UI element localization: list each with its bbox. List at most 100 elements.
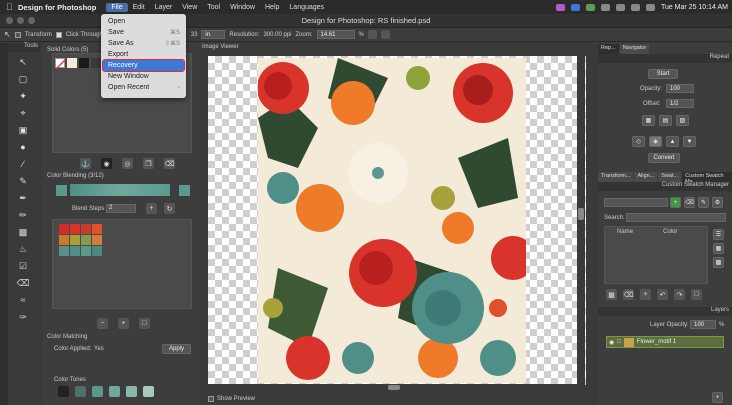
bucket-tool-icon[interactable]: ♨ (17, 243, 29, 255)
large-grid-icon[interactable]: ▩ (713, 257, 724, 268)
blend-result-swatch[interactable] (70, 246, 80, 256)
minus-icon[interactable]: − (97, 318, 108, 329)
undo-icon[interactable]: ↶ (657, 289, 668, 300)
print-icon[interactable] (380, 30, 390, 39)
tab-align[interactable]: Align... (634, 172, 658, 182)
status-app-icon[interactable] (570, 3, 580, 11)
unit-select[interactable]: in (201, 30, 226, 39)
line-tool-icon[interactable]: ∕ (17, 158, 29, 170)
search-input[interactable] (626, 213, 726, 222)
diamond-icon[interactable]: ◇ (632, 136, 645, 147)
menu-view[interactable]: View (177, 3, 202, 12)
magic-wand-icon[interactable]: ✦ (17, 90, 29, 102)
tab-repeat[interactable]: Rep... (598, 44, 619, 54)
zoom-field[interactable]: 14.61 (316, 30, 355, 39)
trash-icon[interactable]: ⌫ (684, 197, 695, 208)
battery-icon[interactable] (600, 3, 610, 11)
convert-button[interactable]: Convert (648, 153, 680, 163)
eraser-tool-icon[interactable]: ⌫ (17, 277, 30, 289)
scroll-thumb[interactable] (388, 385, 400, 390)
grid-view-icon[interactable]: ▦ (713, 243, 724, 254)
save-icon[interactable]: ▩ (606, 289, 617, 300)
transform-checkbox[interactable] (14, 31, 21, 38)
color-swatch[interactable] (67, 58, 77, 68)
layer-opacity-field[interactable]: 100 (690, 320, 716, 329)
grid-icon[interactable]: ▦ (642, 115, 655, 126)
square-icon[interactable]: □ (139, 318, 150, 329)
viewer-horizontal-scrollbar[interactable] (208, 384, 578, 391)
blend-start-swatch[interactable] (56, 185, 67, 196)
viewer-vertical-scrollbar[interactable] (577, 56, 585, 385)
brick-icon[interactable]: ▤ (659, 115, 672, 126)
blend-result-swatch[interactable] (59, 246, 69, 256)
menu-item-recovery[interactable]: Recovery (102, 59, 185, 72)
start-button[interactable]: Start (648, 69, 678, 79)
status-app-icon[interactable] (585, 3, 595, 11)
click-through-checkbox[interactable] (55, 31, 62, 38)
menu-item-open[interactable]: Open (101, 16, 186, 27)
square-icon[interactable]: □ (691, 289, 702, 300)
blend-result-swatch[interactable] (81, 224, 91, 234)
menu-languages[interactable]: Languages (284, 3, 329, 12)
anchor-icon[interactable]: ⚓ (80, 158, 91, 169)
control-center-icon[interactable] (645, 3, 655, 11)
search-icon[interactable] (630, 3, 640, 11)
menu-file[interactable]: File (106, 2, 128, 12)
add-swatch-button[interactable]: + (670, 197, 681, 208)
trash-icon[interactable]: ⌫ (623, 289, 634, 300)
add-blend-button[interactable]: + (146, 203, 157, 214)
pen-tool-icon[interactable]: ✑ (17, 311, 29, 323)
tone-swatch[interactable] (58, 386, 69, 397)
frame-tool-icon[interactable]: ▣ (17, 124, 29, 136)
blob-tool-icon[interactable]: ● (17, 141, 29, 153)
offset-select[interactable]: 1/2 (666, 99, 694, 108)
tab-navigator[interactable]: Navigator (619, 44, 650, 54)
apple-icon[interactable]:  (6, 2, 18, 12)
blend-result-swatch[interactable] (70, 224, 80, 234)
app-name-menu[interactable]: Design for Photoshop (18, 3, 96, 12)
mirror-icon[interactable]: ◈ (649, 136, 662, 147)
tab-transform[interactable]: Transform... (598, 172, 634, 182)
add-layer-button[interactable]: + (712, 392, 723, 403)
tone-swatch[interactable] (92, 386, 103, 397)
tone-swatch[interactable] (109, 386, 120, 397)
menu-help[interactable]: Help (260, 3, 284, 12)
no-color-swatch[interactable] (55, 58, 67, 70)
brush-tool-icon[interactable]: ✎ (17, 175, 29, 187)
swatch-set-select[interactable] (604, 198, 668, 207)
menu-edit[interactable]: Edit (128, 3, 150, 12)
blend-result-swatch[interactable] (92, 235, 102, 245)
floral-pattern-image[interactable] (258, 58, 526, 383)
blend-result-swatch[interactable] (81, 235, 91, 245)
target-icon[interactable]: ◉ (101, 158, 112, 169)
blend-end-swatch[interactable] (179, 185, 190, 196)
stamp-tool-icon[interactable]: ☑ (17, 260, 29, 272)
tone-swatch[interactable] (126, 386, 137, 397)
blend-result-swatch[interactable] (59, 224, 69, 234)
settings-icon[interactable]: ⚙ (712, 197, 723, 208)
color-swatch[interactable] (91, 58, 101, 68)
lock-icon[interactable]: □ (617, 339, 621, 345)
copy-icon[interactable]: ❐ (143, 158, 154, 169)
move-tool-icon[interactable]: ↖ (17, 56, 29, 68)
menu-item-new-window[interactable]: New Window (101, 71, 186, 82)
menu-item-open-recent[interactable]: Open Recent › (101, 82, 186, 93)
redo-icon[interactable]: ↷ (674, 289, 685, 300)
tab-swatches[interactable]: Swat... (658, 172, 682, 182)
menu-tool[interactable]: Tool (202, 3, 225, 12)
eyedropper-icon[interactable]: ✒ (17, 192, 29, 204)
menu-item-export[interactable]: Export (101, 49, 186, 60)
blend-steps-stepper[interactable]: 2 (106, 204, 136, 213)
tab-custom-swatch[interactable]: Custom Swatch Ma... (682, 172, 732, 185)
marquee-tool-icon[interactable]: ▢ (17, 73, 29, 85)
wifi-icon[interactable] (615, 3, 625, 11)
menu-layer[interactable]: Layer (150, 3, 178, 12)
blend-result-swatch[interactable] (70, 235, 80, 245)
color-swatch[interactable] (79, 58, 89, 68)
clock[interactable]: Tue Mar 25 10:14 AM (661, 4, 728, 11)
menu-item-save-as[interactable]: Save As ⇧⌘S (101, 38, 186, 49)
blend-result-swatch[interactable] (92, 224, 102, 234)
smudge-tool-icon[interactable]: ≈ (17, 294, 29, 306)
status-app-icon[interactable] (555, 3, 565, 11)
swatch-list[interactable]: Name Color (604, 226, 708, 284)
